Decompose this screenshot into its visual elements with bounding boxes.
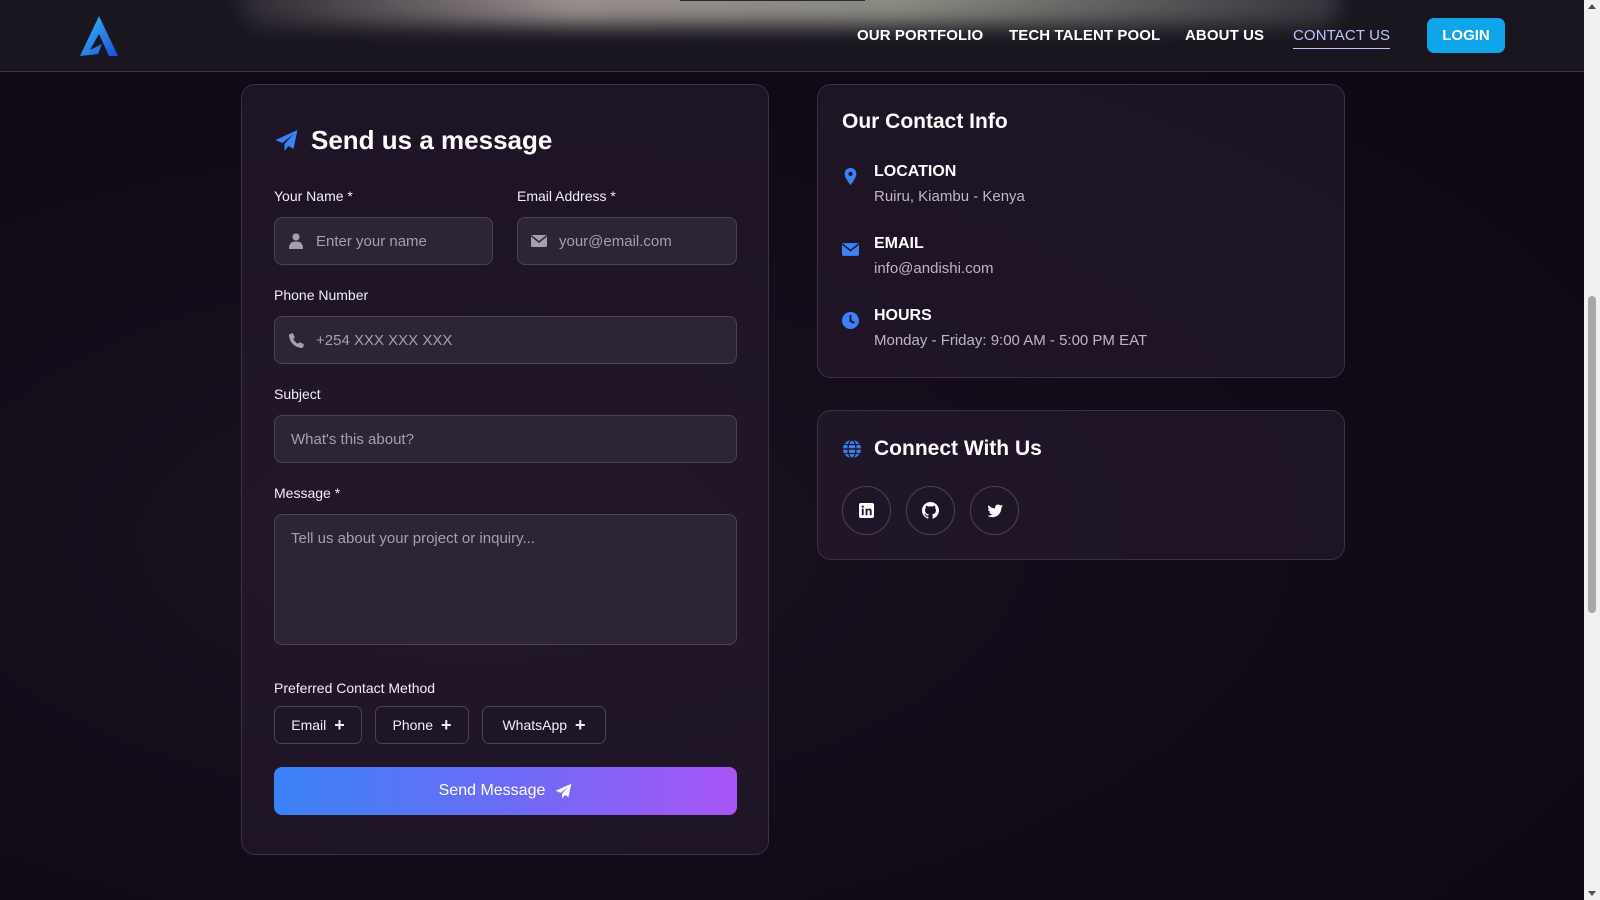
name-placeholder: Enter your name <box>316 232 427 250</box>
map-pin-icon <box>844 168 857 185</box>
subject-label: Subject <box>274 386 321 402</box>
envelope-icon <box>531 233 547 249</box>
location-value: Ruiru, Kiambu - Kenya <box>874 188 1025 205</box>
header-banner-glow <box>240 0 1340 25</box>
andishi-logo[interactable] <box>78 14 120 58</box>
plus-icon: + <box>334 715 345 735</box>
message-form-card: Send us a message Your Name * Enter your… <box>241 84 769 855</box>
subject-input[interactable]: What's this about? <box>274 415 737 463</box>
page-scrollbar[interactable] <box>1584 0 1600 900</box>
scroll-thumb[interactable] <box>1588 296 1596 613</box>
nav-contact-us[interactable]: CONTACT US <box>1293 27 1391 49</box>
user-icon <box>288 233 304 249</box>
contact-info-title: Our Contact Info <box>842 110 1008 133</box>
send-message-label: Send Message <box>438 782 546 799</box>
chip-label: WhatsApp <box>502 717 568 733</box>
email-input[interactable]: your@email.com <box>517 217 737 265</box>
paper-plane-icon <box>275 129 298 151</box>
email-heading: EMAIL <box>874 235 924 252</box>
email-label: Email Address * <box>517 188 616 204</box>
phone-icon <box>288 332 304 348</box>
paper-plane-icon <box>556 783 572 799</box>
site-header: OUR PORTFOLIO TECH TALENT POOL ABOUT US … <box>0 0 1584 72</box>
plus-icon: + <box>575 715 586 735</box>
send-message-button[interactable]: Send Message <box>274 767 737 815</box>
contact-info-card: Our Contact Info LOCATION Ruiru, Kiambu … <box>817 84 1345 378</box>
clock-icon <box>842 312 859 329</box>
name-label: Your Name * <box>274 188 353 204</box>
scroll-down-arrow-icon[interactable] <box>1588 891 1596 896</box>
scroll-up-arrow-icon[interactable] <box>1588 4 1596 9</box>
form-title: Send us a message <box>274 125 552 156</box>
contact-method-whatsapp-chip[interactable]: WhatsApp + <box>482 706 606 744</box>
phone-placeholder: +254 XXX XXX XXX <box>316 331 453 349</box>
subject-placeholder: What's this about? <box>291 430 414 448</box>
message-placeholder: Tell us about your project or inquiry... <box>291 530 536 547</box>
phone-label: Phone Number <box>274 287 369 303</box>
hours-value: Monday - Friday: 9:00 AM - 5:00 PM EAT <box>874 332 1148 349</box>
nav-our-portfolio[interactable]: OUR PORTFOLIO <box>857 27 983 44</box>
contact-method-label: Preferred Contact Method <box>274 680 436 696</box>
twitter-button[interactable] <box>970 486 1019 535</box>
hours-heading: HOURS <box>874 307 932 324</box>
location-heading: LOCATION <box>874 163 957 180</box>
globe-icon <box>843 439 861 459</box>
connect-title: Connect With Us <box>842 437 1042 461</box>
chip-label: Phone <box>392 717 433 733</box>
github-button[interactable] <box>906 486 955 535</box>
form-title-text: Send us a message <box>311 125 553 155</box>
linkedin-icon <box>859 503 874 518</box>
header-divider <box>680 0 865 1</box>
email-placeholder: your@email.com <box>559 232 672 250</box>
plus-icon: + <box>440 715 452 735</box>
github-icon <box>922 502 939 519</box>
phone-input[interactable]: +254 XXX XXX XXX <box>274 316 737 364</box>
contact-method-phone-chip[interactable]: Phone + <box>375 706 469 744</box>
name-input[interactable]: Enter your name <box>274 217 493 265</box>
nav-about-us[interactable]: ABOUT US <box>1185 27 1264 44</box>
message-label: Message * <box>274 485 341 501</box>
chip-label: Email <box>291 717 327 733</box>
connect-card: Connect With Us <box>817 410 1345 560</box>
linkedin-button[interactable] <box>842 486 891 535</box>
email-value[interactable]: info@andishi.com <box>874 260 993 277</box>
nav-tech-talent-pool[interactable]: TECH TALENT POOL <box>1009 27 1160 44</box>
connect-title-text: Connect With Us <box>874 437 1042 460</box>
envelope-icon <box>842 243 859 256</box>
login-button[interactable]: LOGIN <box>1427 18 1505 53</box>
twitter-icon <box>986 504 1003 517</box>
contact-method-email-chip[interactable]: Email + <box>274 706 362 744</box>
message-textarea[interactable]: Tell us about your project or inquiry... <box>274 514 737 645</box>
